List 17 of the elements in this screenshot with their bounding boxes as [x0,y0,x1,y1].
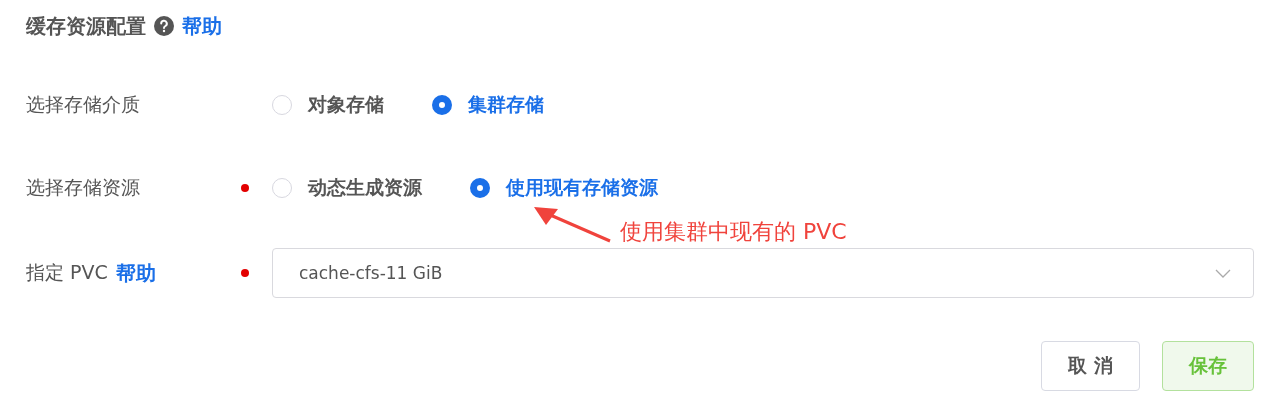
help-icon[interactable] [154,16,174,36]
field-label: 选择存储介质 [26,92,140,117]
radio-label[interactable]: 集群存储 [468,92,544,118]
radio-label[interactable]: 使用现有存储资源 [506,175,658,201]
radio-button[interactable] [470,178,490,198]
cancel-button[interactable]: 取 消 [1041,341,1140,391]
radio-button[interactable] [432,95,452,115]
radio-label[interactable]: 动态生成资源 [308,175,422,201]
radio-label[interactable]: 对象存储 [308,92,384,118]
pvc-select[interactable]: cache-cfs-11 GiB [272,248,1254,298]
help-link[interactable]: 帮助 [182,12,222,40]
annotation-text: 使用集群中现有的 PVC [620,218,847,246]
field-label: 选择存储资源 [26,175,140,200]
help-link[interactable]: 帮助 [115,259,156,287]
section-title: 缓存资源配置 [26,12,146,40]
caret-icon [1215,268,1231,278]
field-label: 指定 PVC [26,260,108,285]
